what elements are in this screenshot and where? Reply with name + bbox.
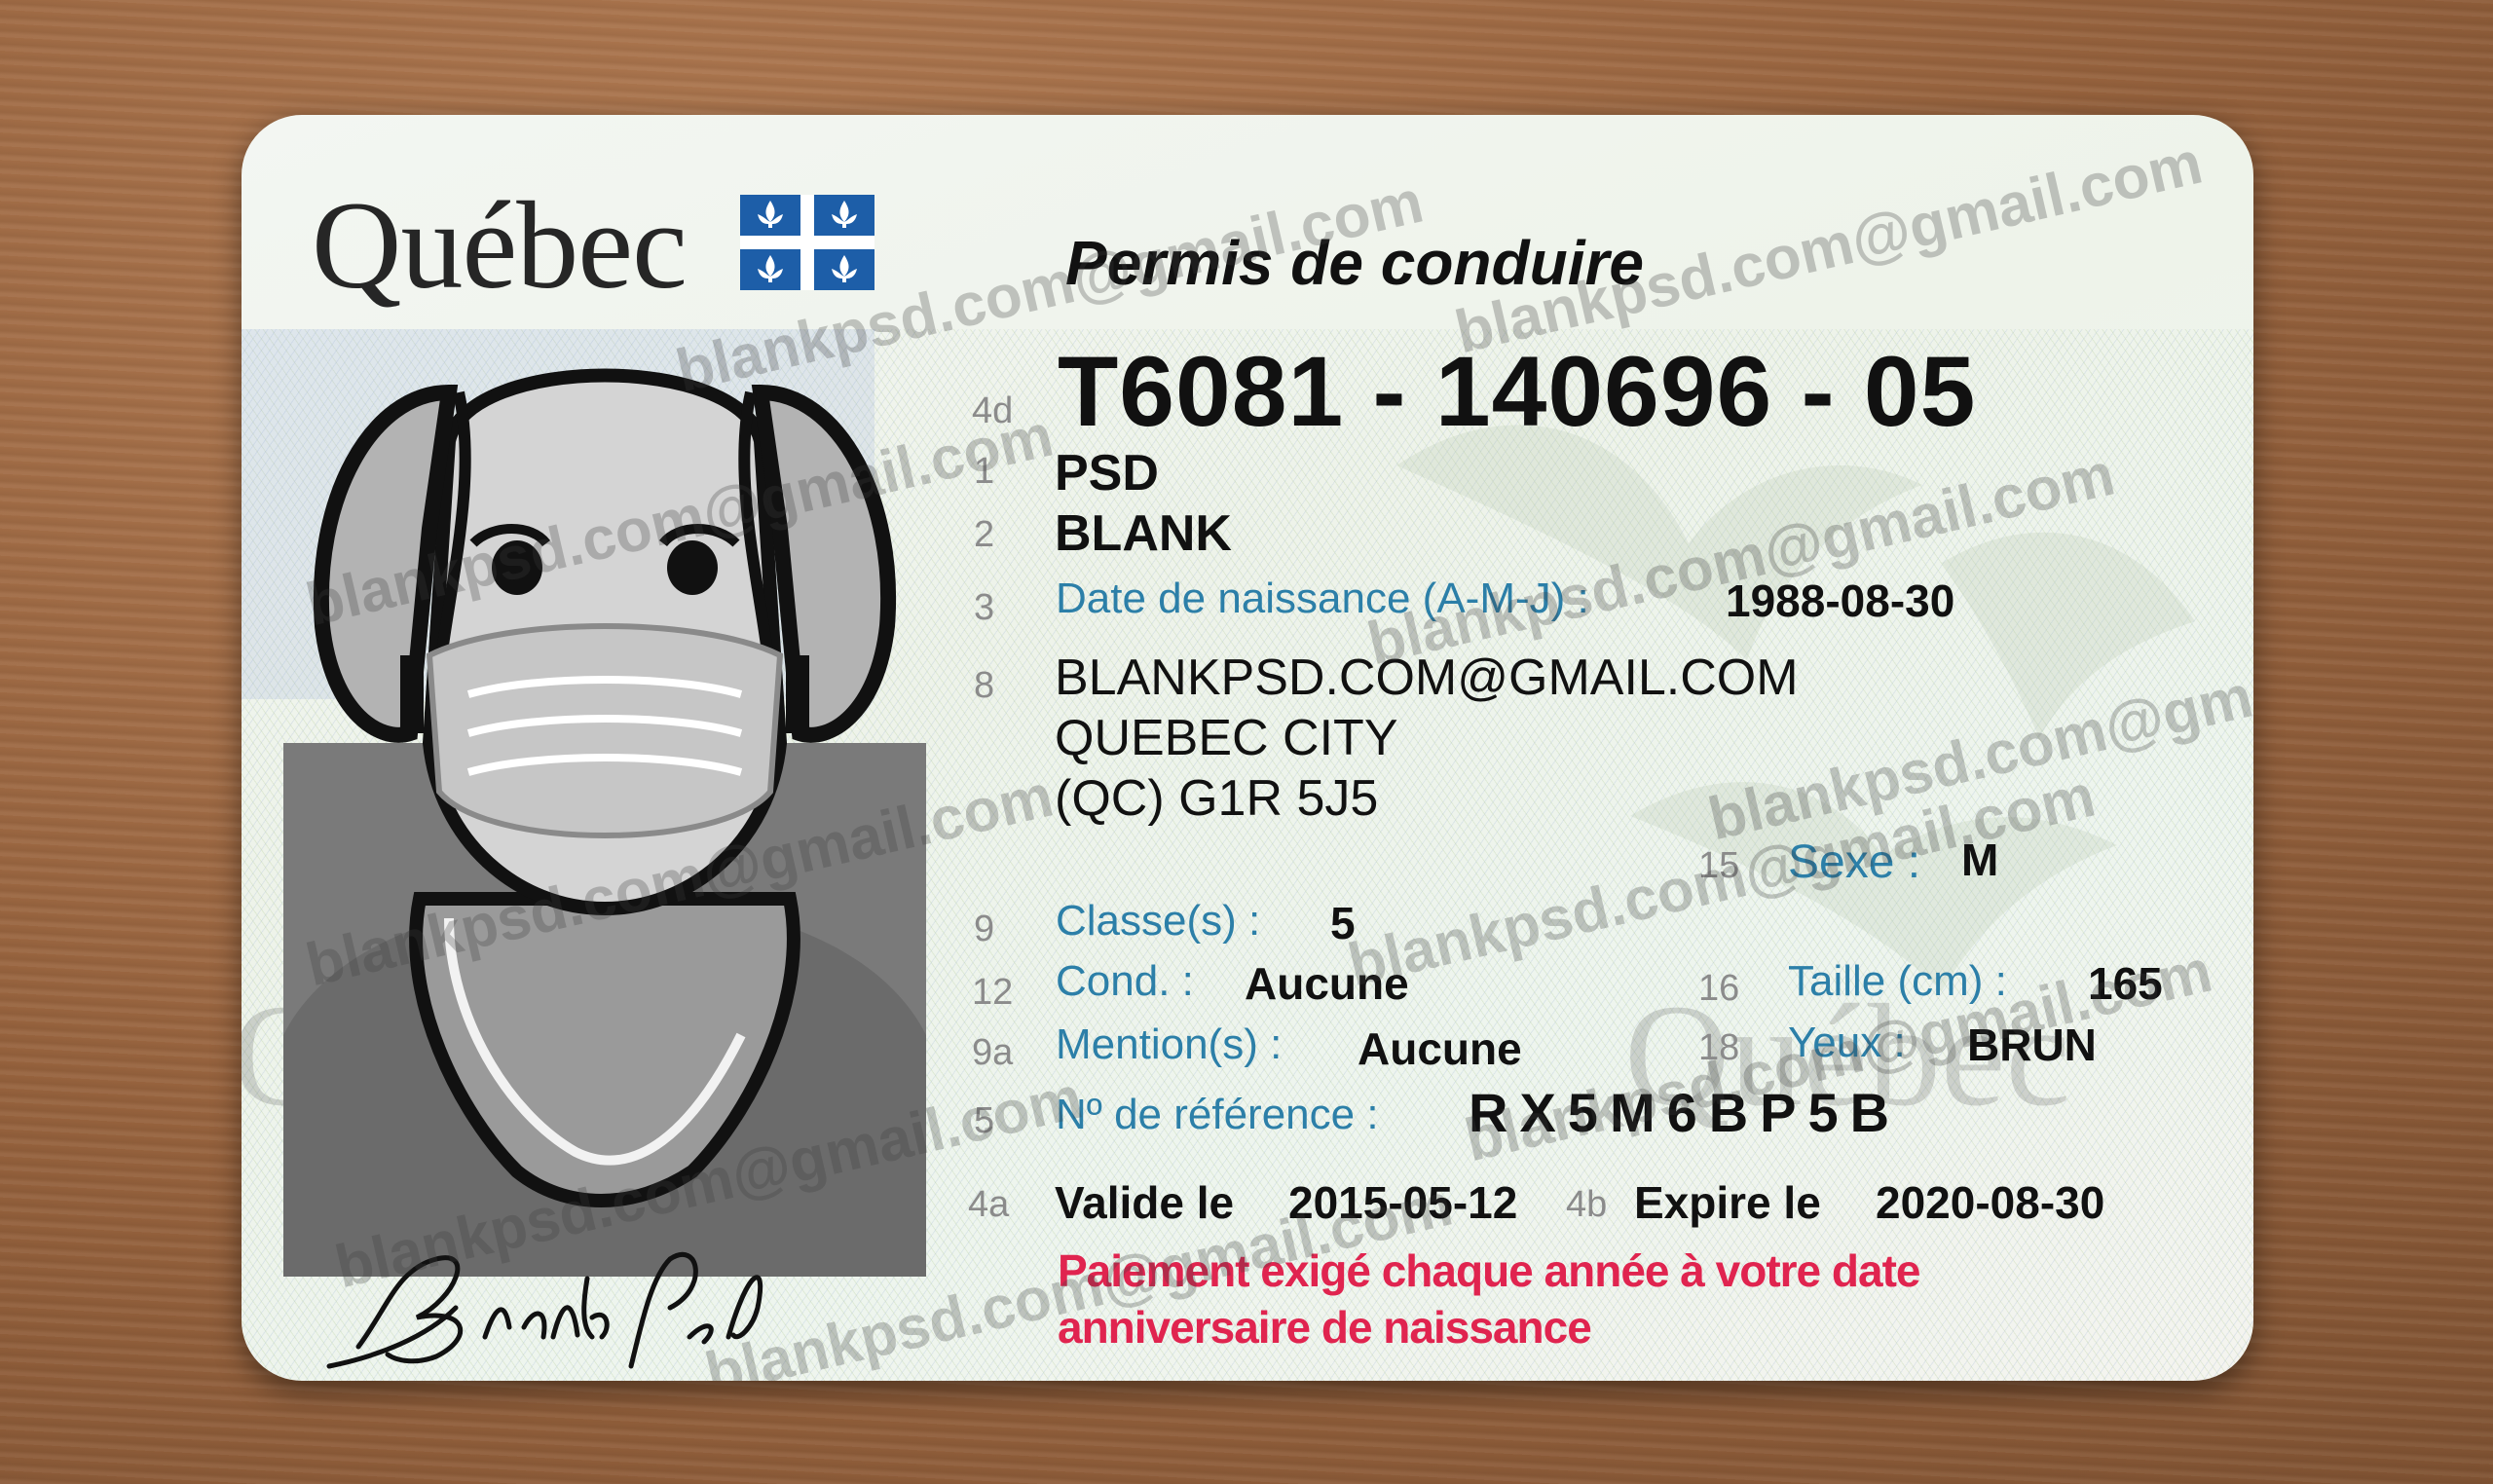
field-num-expire: 4b	[1566, 1184, 1608, 1225]
valid-label: Valide le	[1055, 1177, 1235, 1228]
mentions-label: Mention(s) :	[1056, 1020, 1283, 1068]
address-line-2: QUEBEC CITY	[1055, 710, 1398, 766]
drivers-license-card: Québec Québec Québec Permis de conduire	[242, 115, 2253, 1381]
ref-label: Nº de référence :	[1056, 1091, 1379, 1138]
cond-label: Cond. :	[1056, 957, 1194, 1005]
field-num-valid: 4a	[968, 1184, 1010, 1225]
mentions-value: Aucune	[1358, 1023, 1522, 1074]
field-num-dob: 3	[974, 587, 995, 628]
given-name: BLANK	[1055, 505, 1232, 562]
classes-label: Classe(s) :	[1056, 897, 1261, 945]
address-line-3: (QC) G1R 5J5	[1055, 770, 1379, 827]
quebec-wordmark: Québec	[312, 176, 688, 315]
field-num-cond: 12	[972, 972, 1014, 1013]
field-num-height: 16	[1698, 968, 1740, 1009]
expire-label: Expire le	[1634, 1177, 1821, 1228]
field-num-address: 8	[974, 665, 995, 706]
field-num-given: 2	[974, 514, 995, 555]
expire-value: 2020-08-30	[1876, 1177, 2105, 1228]
surname: PSD	[1055, 445, 1159, 501]
field-num-classes: 9	[974, 909, 995, 949]
field-num-mentions: 9a	[972, 1032, 1014, 1073]
quebec-flag-icon	[740, 195, 874, 290]
